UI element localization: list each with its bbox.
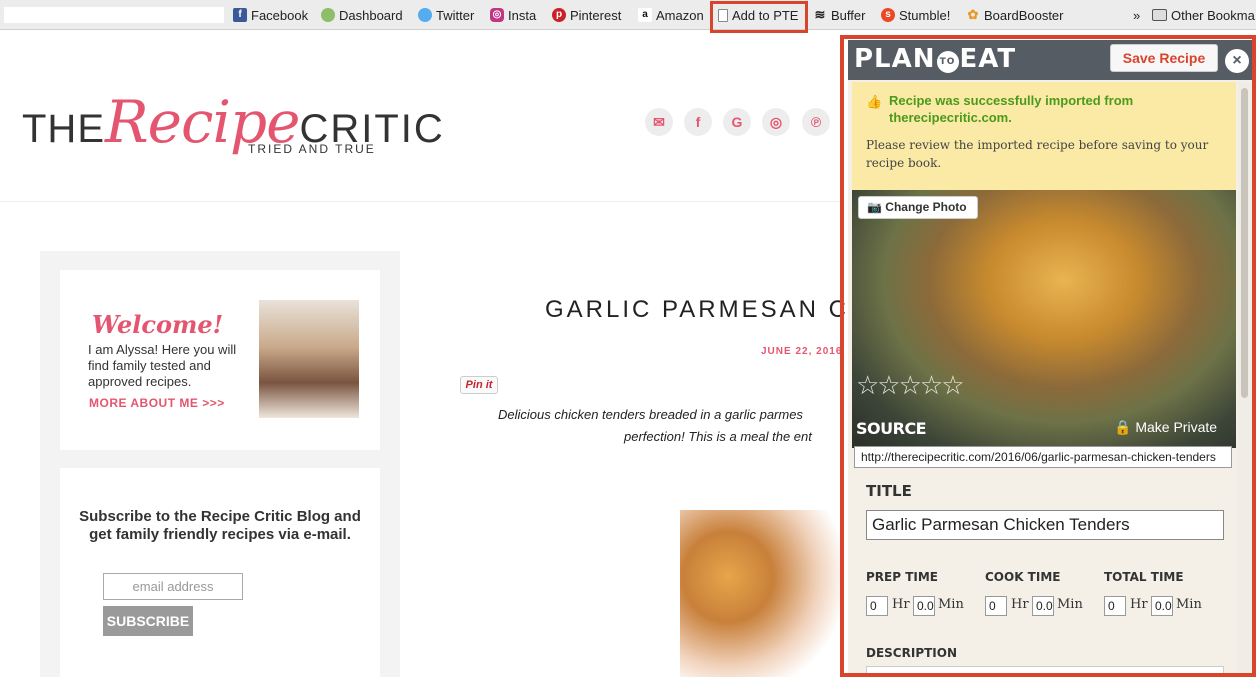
bookmark-buffer[interactable]: ≋ Buffer [813, 5, 866, 25]
pin-it-button[interactable]: Pin it [460, 376, 498, 394]
email-icon[interactable]: ✉ [645, 108, 673, 136]
bookmark-amazon[interactable]: a Amazon [638, 5, 704, 25]
dashboard-icon [321, 8, 335, 22]
subscribe-button[interactable]: SUBSCRIBE [103, 606, 193, 636]
bookmark-label: Other Bookma [1171, 7, 1255, 23]
site-logo[interactable]: THERecipeCRITIC [22, 88, 445, 156]
stumbleupon-icon: s [881, 8, 895, 22]
post-date: JUNE 22, 2016 [761, 346, 843, 357]
author-photo [259, 300, 359, 418]
buffer-icon: ≋ [814, 7, 826, 22]
bookmark-twitter[interactable]: Twitter [418, 5, 474, 25]
bookmark-label: Twitter [436, 7, 475, 23]
bookmark-label: Amazon [656, 7, 704, 23]
twitter-icon [418, 8, 432, 22]
article-image [680, 510, 840, 677]
instagram-icon: ◎ [490, 8, 504, 22]
bookmark-label: Insta [508, 7, 537, 23]
sidebar: Welcome! I am Alyssa! Here you will find… [40, 251, 400, 677]
amazon-icon: a [638, 8, 652, 22]
google-social-icon[interactable]: G [723, 108, 751, 136]
bookmarks-bar: f Facebook Dashboard Twitter ◎ Insta p P… [0, 0, 1256, 30]
bookmark-insta[interactable]: ◎ Insta [490, 5, 536, 25]
subscribe-text: Subscribe to the Recipe Critic Blog and … [79, 508, 361, 543]
logo-the: THE [22, 107, 105, 151]
screen: f Facebook Dashboard Twitter ◎ Insta p P… [0, 0, 1256, 677]
subscribe-card: Subscribe to the Recipe Critic Blog and … [60, 468, 380, 677]
bookmarks-overflow-button[interactable]: » [1133, 5, 1140, 25]
bookmark-pinterest[interactable]: p Pinterest [552, 5, 621, 25]
bookmark-label: Pinterest [570, 7, 622, 23]
bookmark-facebook[interactable]: f Facebook [233, 5, 308, 25]
welcome-title: Welcome! [92, 310, 224, 339]
bookmark-other-folder[interactable]: Other Bookma [1152, 5, 1255, 25]
bookmark-label: Stumble! [899, 7, 951, 23]
bookmark-boardbooster[interactable]: ✿ BoardBooster [966, 5, 1064, 25]
address-blank [4, 7, 224, 23]
pinterest-icon: p [552, 8, 566, 22]
post-description-line1: Delicious chicken tenders breaded in a g… [498, 407, 803, 422]
email-input[interactable]: email address [103, 573, 243, 600]
overflow-label: » [1133, 7, 1141, 23]
post-description-line2: perfection! This is a meal the ent [624, 429, 812, 444]
pinterest-social-icon[interactable]: ℗ [802, 108, 830, 136]
pte-panel-highlight [840, 35, 1256, 677]
bookmark-label: Facebook [251, 7, 309, 23]
bookmark-label: Buffer [831, 7, 866, 23]
more-about-me-link[interactable]: MORE ABOUT ME >>> [89, 396, 225, 410]
bookmark-stumble[interactable]: s Stumble! [881, 5, 950, 25]
boardbooster-icon: ✿ [967, 7, 979, 22]
site-header: THERecipeCRITIC TRIED AND TRUE ✉ f G ◎ ℗ [0, 30, 840, 202]
bookmark-label: BoardBooster [984, 7, 1064, 23]
welcome-text: I am Alyssa! Here you will find family t… [88, 342, 237, 389]
bookmark-label: Dashboard [339, 7, 403, 23]
post-title: GARLIC PARMESAN CH [545, 296, 870, 323]
facebook-icon: f [233, 8, 247, 22]
facebook-social-icon[interactable]: f [684, 108, 712, 136]
add-to-pte-highlight [710, 1, 808, 33]
folder-icon [1152, 9, 1167, 21]
bookmark-dashboard[interactable]: Dashboard [321, 5, 403, 25]
site-tagline: TRIED AND TRUE [248, 142, 376, 156]
welcome-card: Welcome! I am Alyssa! Here you will find… [60, 270, 380, 450]
instagram-social-icon[interactable]: ◎ [762, 108, 790, 136]
